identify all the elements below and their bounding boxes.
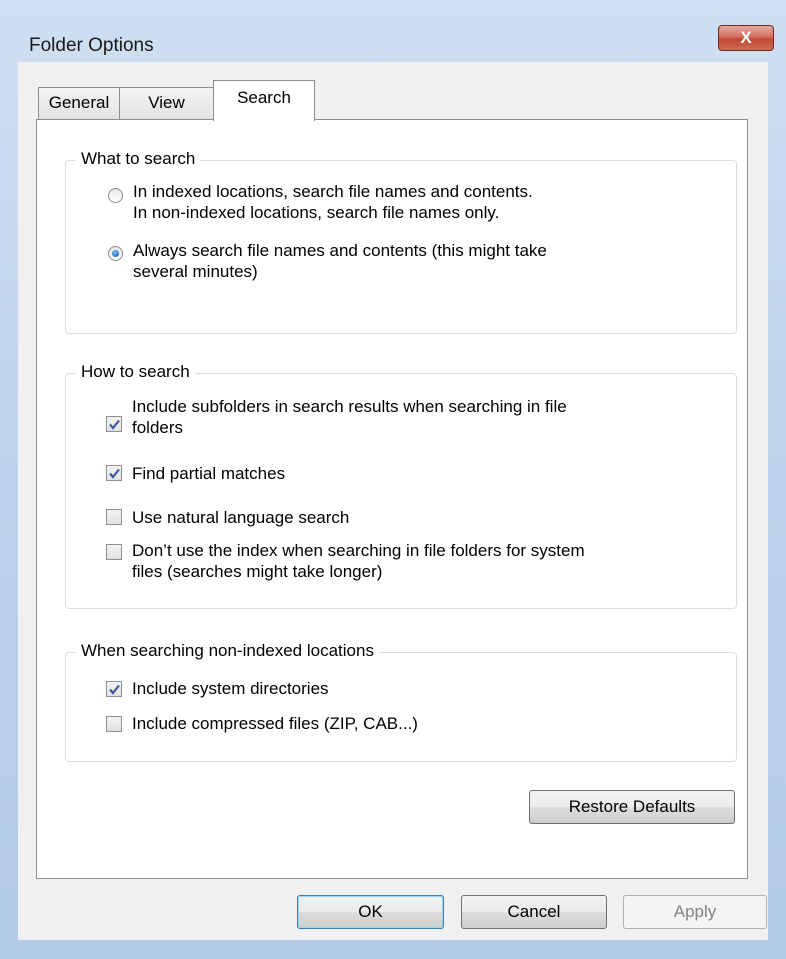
ok-button[interactable]: OK — [297, 895, 444, 929]
search-tab-panel: What to search In indexed locations, sea… — [36, 119, 748, 879]
option-line: files (searches might take longer) — [132, 562, 383, 581]
tab-general[interactable]: General — [38, 87, 120, 119]
dialog-body: General View Search What to search In in… — [18, 62, 768, 940]
cancel-button[interactable]: Cancel — [461, 895, 607, 929]
option-line: several minutes) — [133, 262, 258, 281]
checkbox-natural-language[interactable] — [106, 509, 122, 525]
option-line: In indexed locations, search file names … — [133, 182, 533, 201]
close-icon: X — [740, 28, 752, 47]
checkbox-find-partial-matches-label[interactable]: Find partial matches — [132, 463, 285, 484]
radio-indexed-locations-label[interactable]: In indexed locations, search file names … — [133, 181, 533, 223]
group-title: What to search — [76, 149, 201, 169]
option-line: Don’t use the index when searching in fi… — [132, 541, 585, 560]
tab-search[interactable]: Search — [213, 80, 315, 121]
folder-options-window: Folder Options X General View Search Wha… — [0, 0, 786, 959]
checkbox-natural-language-label[interactable]: Use natural language search — [132, 507, 349, 528]
checkbox-compressed-files[interactable] — [106, 716, 122, 732]
checkbox-system-directories-label[interactable]: Include system directories — [132, 678, 329, 699]
option-line: In non-indexed locations, search file na… — [133, 203, 500, 222]
option-line: folders — [132, 418, 184, 437]
checkbox-system-directories[interactable] — [106, 681, 122, 697]
window-title: Folder Options — [29, 35, 154, 56]
radio-always-search-label[interactable]: Always search file names and contents (t… — [133, 240, 547, 282]
restore-defaults-button[interactable]: Restore Defaults — [529, 790, 735, 824]
checkbox-include-subfolders-label[interactable]: Include subfolders in search results whe… — [132, 396, 567, 438]
checkmark-icon — [109, 419, 120, 430]
radio-always-search[interactable] — [108, 246, 123, 261]
checkbox-dont-use-index[interactable] — [106, 544, 122, 560]
tab-view[interactable]: View — [119, 87, 214, 119]
how-to-search-group: How to search Include subfolders in sear… — [65, 362, 737, 609]
close-button[interactable]: X — [718, 25, 774, 51]
radio-indexed-locations[interactable] — [108, 188, 123, 203]
checkbox-compressed-files-label[interactable]: Include compressed files (ZIP, CAB...) — [132, 713, 418, 734]
checkbox-dont-use-index-label[interactable]: Don’t use the index when searching in fi… — [132, 540, 585, 582]
apply-button[interactable]: Apply — [623, 895, 767, 929]
group-title: When searching non-indexed locations — [76, 641, 379, 661]
checkbox-include-subfolders[interactable] — [106, 416, 122, 432]
option-line: Always search file names and contents (t… — [133, 241, 547, 260]
what-to-search-group: What to search In indexed locations, sea… — [65, 149, 737, 334]
checkmark-icon — [109, 684, 120, 695]
option-line: Include subfolders in search results whe… — [132, 397, 567, 416]
checkmark-icon — [109, 468, 120, 479]
checkbox-find-partial-matches[interactable] — [106, 465, 122, 481]
non-indexed-group: When searching non-indexed locations Inc… — [65, 641, 737, 762]
group-title: How to search — [76, 362, 195, 382]
